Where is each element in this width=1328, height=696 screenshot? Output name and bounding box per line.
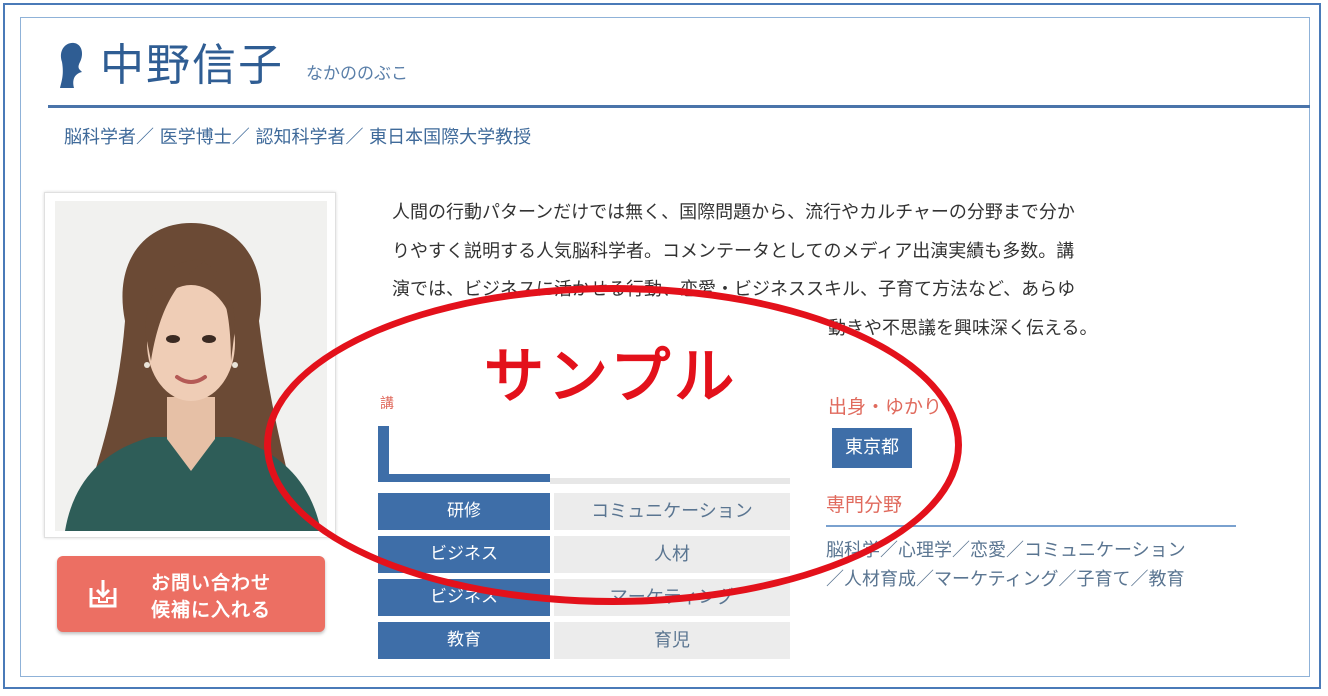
lecture-topic: 育児	[554, 622, 790, 659]
contact-button-line1: お問い合わせ	[151, 572, 272, 594]
specialty-line: ／人材育成／マーケティング／子育て／教育	[826, 569, 1185, 590]
sample-watermark-oval	[264, 285, 962, 605]
contact-button-line2: 候補に入れる	[151, 599, 272, 621]
profile-titles: 脳科学者／ 医学博士／ 認知科学者／ 東日本国際大学教授	[64, 127, 532, 148]
profile-header: 中野信子 なかののぶこ	[48, 36, 1310, 108]
person-icon	[60, 42, 82, 88]
bio-line: りやすく説明する人気脳科学者。コメンテータとしてのメディア出演実績も多数。講	[392, 240, 1075, 262]
profile-name: 中野信子	[100, 40, 284, 91]
contact-add-candidate-button[interactable]: お問い合わせ 候補に入れる	[57, 556, 325, 632]
profile-name-kana: なかののぶこ	[306, 64, 408, 84]
download-tray-icon	[89, 580, 117, 608]
sample-watermark-text: サンプル	[484, 342, 739, 412]
lecture-category: 教育	[378, 622, 550, 659]
lecture-row[interactable]: 教育 育児	[378, 622, 790, 659]
bio-line: 人間の行動パターンだけでは無く、国際問題から、流行やカルチャーの分野まで分か	[392, 202, 1075, 223]
